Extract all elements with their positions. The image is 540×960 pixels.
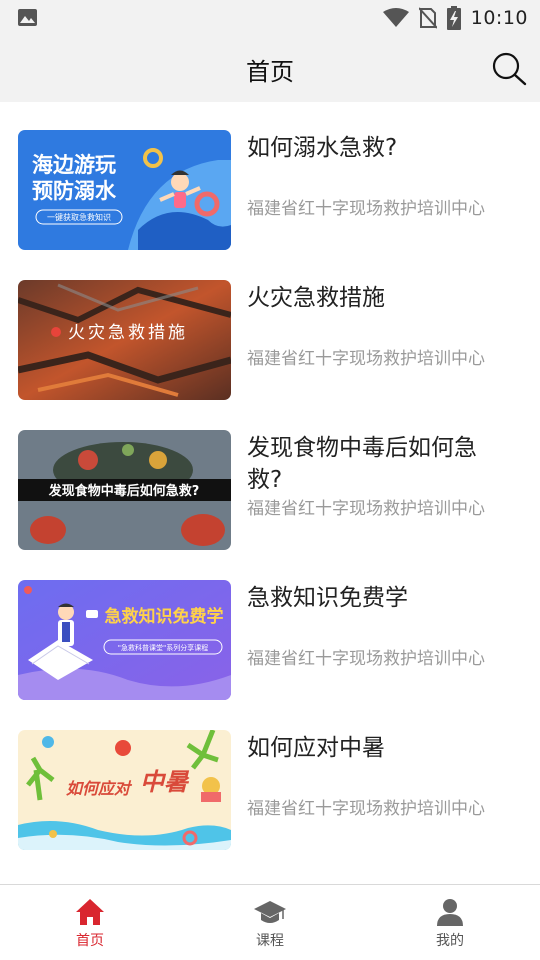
user-icon <box>437 899 463 926</box>
first-aid-course-thumbnail-image: 急救知识免费学 "急救科普课堂"系列分享课程 <box>18 580 231 700</box>
thumb-text-line2: "急救科普课堂"系列分享课程 <box>118 643 208 652</box>
thumb-text-line3: 一键获取急救知识 <box>47 212 111 222</box>
tab-label: 我的 <box>436 933 464 949</box>
status-bar: 10:10 <box>0 0 540 36</box>
article-source: 福建省红十字现场救护培训中心 <box>247 349 485 369</box>
food-poisoning-thumbnail-image: 发现食物中毒后如何急救? <box>18 430 231 550</box>
wifi-icon <box>382 8 409 27</box>
article-title: 发现食物中毒后如何急救? <box>247 435 477 493</box>
article-item[interactable]: 如何应对 中暑 如何应对中暑 福建省红十字现场救护培训中心 <box>0 702 540 852</box>
no-sim-icon <box>418 7 437 29</box>
article-source: 福建省红十字现场救护培训中心 <box>247 799 485 819</box>
tab-label: 课程 <box>256 933 284 949</box>
thumb-text: 火灾急救措施 <box>68 323 188 343</box>
article-source: 福建省红十字现场救护培训中心 <box>247 499 485 519</box>
article-title: 如何溺水急救? <box>247 135 398 161</box>
thumb-text-line1: 急救知识免费学 <box>105 606 224 627</box>
article-thumbnail: 急救知识免费学 "急救科普课堂"系列分享课程 <box>18 580 231 700</box>
bottom-tab-bar: 首页 课程 我的 <box>0 884 540 960</box>
image-icon <box>18 9 37 26</box>
battery-charging-icon <box>446 6 461 30</box>
heatstroke-thumbnail-image: 如何应对 中暑 <box>18 730 231 850</box>
article-source: 福建省红十字现场救护培训中心 <box>247 199 485 219</box>
drowning-thumbnail-image: 海边游玩 预防溺水 一键获取急救知识 <box>18 130 231 250</box>
clock: 10:10 <box>470 7 528 29</box>
thumb-text-line2: 中暑 <box>140 768 190 796</box>
tab-label: 首页 <box>76 933 104 949</box>
fire-thumbnail-image: 火灾急救措施 <box>18 280 231 400</box>
tab-courses[interactable]: 课程 <box>180 885 360 960</box>
article-source: 福建省红十字现场救护培训中心 <box>247 649 485 669</box>
article-title: 如何应对中暑 <box>247 735 385 761</box>
article-title: 火灾急救措施 <box>247 285 385 311</box>
app-header: 首页 <box>0 36 540 102</box>
article-item[interactable]: 火灾急救措施 火灾急救措施 福建省红十字现场救护培训中心 <box>0 252 540 402</box>
thumb-text-line1: 如何应对 <box>66 779 133 798</box>
article-thumbnail: 火灾急救措施 <box>18 280 231 400</box>
article-item[interactable]: 海边游玩 预防溺水 一键获取急救知识 如何溺水急救? 福建省红十字现场救护培训中… <box>0 102 540 252</box>
article-item[interactable]: 急救知识免费学 "急救科普课堂"系列分享课程 急救知识免费学 福建省红十字现场救… <box>0 552 540 702</box>
article-title: 急救知识免费学 <box>247 585 408 611</box>
page-title: 首页 <box>246 58 294 86</box>
article-thumbnail: 海边游玩 预防溺水 一键获取急救知识 <box>18 130 231 250</box>
tab-home[interactable]: 首页 <box>0 885 180 960</box>
graduation-cap-icon <box>254 901 286 923</box>
home-icon <box>76 899 104 925</box>
article-item[interactable]: 发现食物中毒后如何急救? 发现食物中毒后如何急救? 福建省红十字现场救护培训中心 <box>0 402 540 552</box>
article-thumbnail: 发现食物中毒后如何急救? <box>18 430 231 550</box>
thumb-text-line2: 预防溺水 <box>32 179 117 203</box>
thumb-text: 发现食物中毒后如何急救? <box>48 483 200 499</box>
thumb-text-line1: 海边游玩 <box>32 153 116 177</box>
search-icon[interactable] <box>490 50 528 88</box>
tab-profile[interactable]: 我的 <box>360 885 540 960</box>
article-thumbnail: 如何应对 中暑 <box>18 730 231 850</box>
